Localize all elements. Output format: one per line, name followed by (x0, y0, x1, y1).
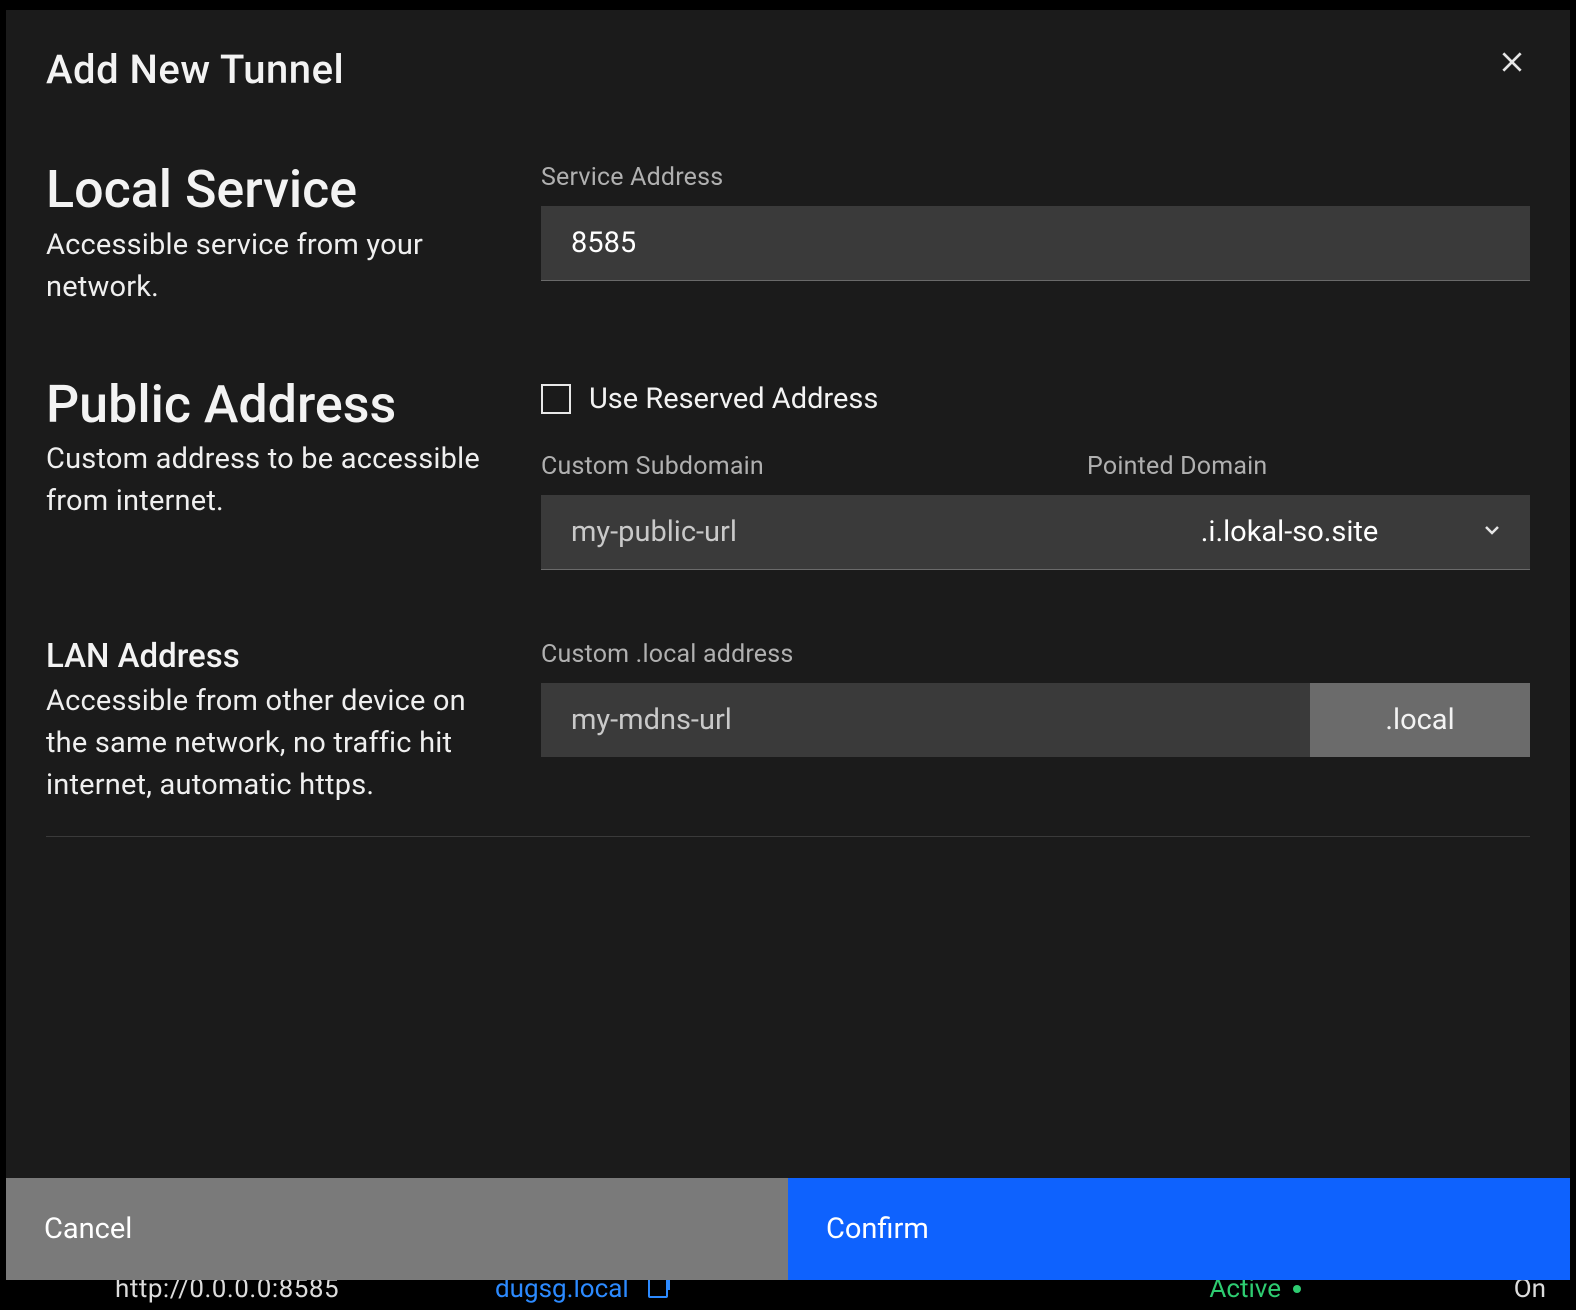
local-service-title: Local Service (46, 163, 501, 218)
external-link-icon (648, 1278, 668, 1298)
lan-address-desc: Accessible from other device on the same… (46, 680, 501, 806)
pointed-domain-select[interactable] (1075, 495, 1530, 570)
add-tunnel-modal: Add New Tunnel Local Service Accessible … (6, 10, 1570, 1280)
pointed-domain-value[interactable] (1075, 495, 1530, 569)
pointed-domain-label: Pointed Domain (1075, 452, 1530, 481)
modal-title: Add New Tunnel (46, 46, 344, 93)
use-reserved-checkbox[interactable] (541, 384, 571, 414)
modal-body: Local Service Accessible service from yo… (6, 103, 1570, 1178)
public-address-title: Public Address (46, 378, 501, 433)
section-lan-address: LAN Address Accessible from other device… (46, 640, 1530, 807)
confirm-button[interactable]: Confirm (788, 1178, 1570, 1280)
service-address-label: Service Address (541, 163, 1530, 192)
close-button[interactable] (1494, 46, 1530, 82)
custom-local-address-input[interactable] (541, 683, 1310, 757)
custom-local-address-label: Custom .local address (541, 640, 1530, 669)
public-address-desc: Custom address to be accessible from int… (46, 438, 501, 522)
modal-header: Add New Tunnel (6, 10, 1570, 103)
cancel-button[interactable]: Cancel (6, 1178, 788, 1280)
local-suffix-label: .local (1310, 683, 1530, 757)
section-local-service: Local Service Accessible service from yo… (46, 163, 1530, 308)
section-public-address: Public Address Custom address to be acce… (46, 378, 1530, 570)
use-reserved-row: Use Reserved Address (541, 382, 1530, 416)
lan-address-title: LAN Address (46, 640, 501, 675)
status-dot-icon (1293, 1285, 1301, 1293)
local-service-desc: Accessible service from your network. (46, 224, 501, 308)
modal-footer: Cancel Confirm (6, 1178, 1570, 1280)
use-reserved-label: Use Reserved Address (589, 382, 878, 416)
close-icon (1499, 49, 1525, 79)
custom-subdomain-label: Custom Subdomain (541, 452, 1075, 481)
service-address-input[interactable] (541, 206, 1530, 281)
body-divider (46, 836, 1530, 837)
custom-subdomain-input[interactable] (541, 495, 1075, 570)
